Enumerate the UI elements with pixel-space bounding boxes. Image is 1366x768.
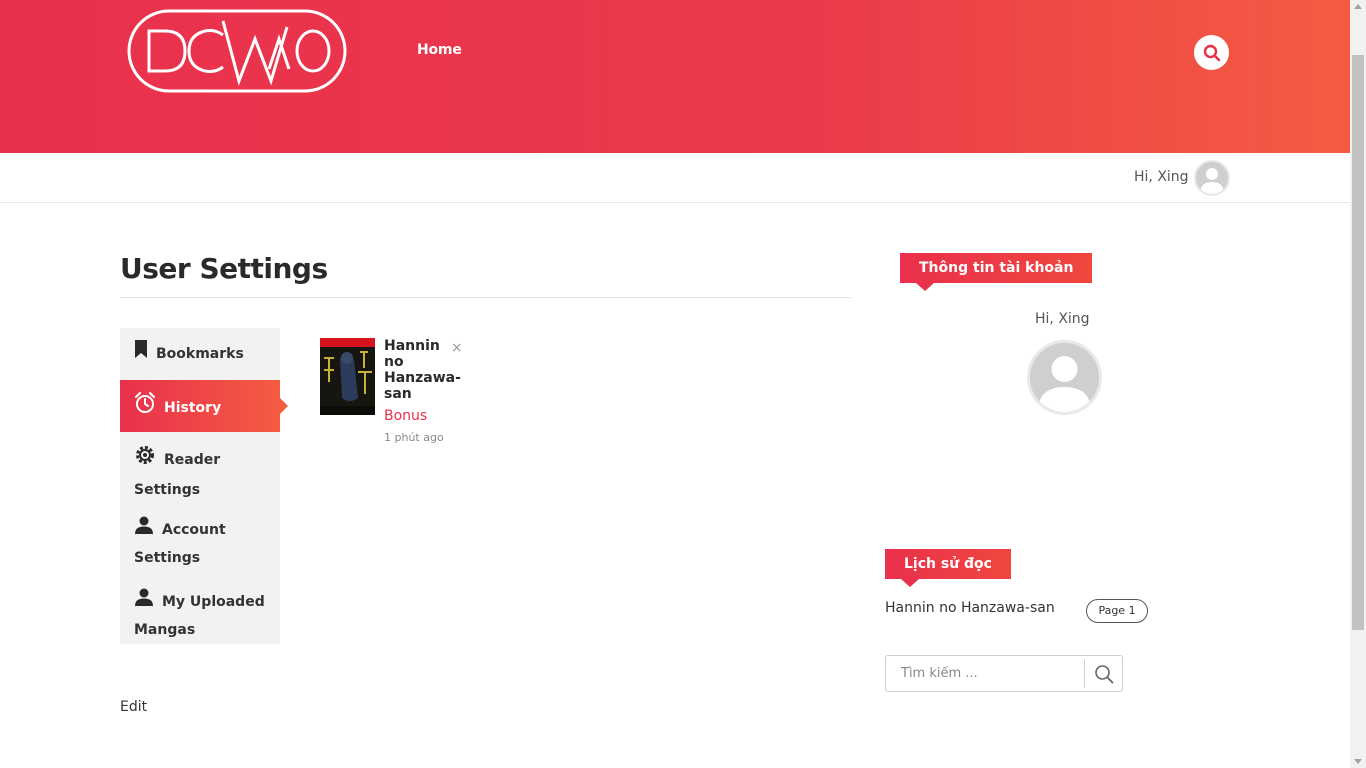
reading-history-widget-heading: Lịch sử đọc bbox=[885, 549, 1011, 587]
edit-link[interactable]: Edit bbox=[120, 699, 147, 715]
site-logo[interactable] bbox=[127, 9, 347, 93]
user-greeting[interactable]: Hi, Xing bbox=[1134, 169, 1189, 185]
user-avatar-icon bbox=[1030, 343, 1099, 412]
user-bar: Hi, Xing bbox=[0, 153, 1350, 203]
scrollbar-thumb[interactable] bbox=[1352, 55, 1364, 630]
bookmark-icon bbox=[134, 340, 148, 368]
history-item-chapter[interactable]: Bonus bbox=[384, 408, 427, 424]
page-title: User Settings bbox=[120, 252, 328, 285]
scroll-down-arrow-icon[interactable] bbox=[1354, 759, 1362, 764]
user-avatar-icon bbox=[1196, 162, 1228, 194]
menu-item-label: Bookmarks bbox=[156, 346, 244, 362]
history-item-time: 1 phút ago bbox=[384, 431, 444, 444]
menu-item-my-uploaded-mangas[interactable]: My Uploaded Mangas bbox=[120, 576, 280, 644]
menu-item-history[interactable]: History bbox=[120, 380, 288, 432]
reading-history-entry-title[interactable]: Hannin no Hanzawa-san bbox=[885, 600, 1055, 616]
close-icon[interactable]: × bbox=[451, 340, 463, 356]
manga-cover[interactable] bbox=[320, 338, 375, 415]
account-greeting: Hi, Xing bbox=[1035, 311, 1090, 327]
avatar[interactable] bbox=[1194, 160, 1230, 196]
scroll-up-arrow-icon[interactable] bbox=[1354, 4, 1362, 9]
person-icon bbox=[134, 588, 154, 616]
menu-item-bookmarks[interactable]: Bookmarks bbox=[120, 328, 280, 380]
search-submit-button[interactable] bbox=[1085, 656, 1122, 691]
gear-icon bbox=[134, 444, 156, 476]
menu-item-label: History bbox=[164, 400, 222, 416]
site-header: Home bbox=[0, 0, 1350, 153]
nav-home-link[interactable]: Home bbox=[417, 42, 462, 58]
header-search-button[interactable] bbox=[1194, 35, 1229, 70]
sidebar-search-form bbox=[885, 655, 1123, 692]
search-icon bbox=[1094, 664, 1113, 683]
account-widget-heading: Thông tin tài khoản bbox=[900, 253, 1093, 291]
title-divider bbox=[120, 297, 851, 298]
page-badge[interactable]: Page 1 bbox=[1086, 599, 1148, 623]
search-input[interactable] bbox=[886, 656, 1084, 691]
page-scrollbar[interactable] bbox=[1350, 0, 1366, 768]
search-icon bbox=[1203, 44, 1220, 61]
alarm-clock-icon bbox=[134, 392, 156, 424]
menu-item-account-settings[interactable]: Account Settings bbox=[120, 504, 280, 576]
person-icon bbox=[134, 516, 154, 544]
settings-menu: Bookmarks History Reader Settings Accoun… bbox=[120, 328, 288, 644]
menu-item-reader-settings[interactable]: Reader Settings bbox=[120, 432, 280, 504]
avatar bbox=[1027, 340, 1102, 415]
history-card: Hannin no Hanzawa-san × Bonus 1 phút ago bbox=[320, 338, 470, 448]
